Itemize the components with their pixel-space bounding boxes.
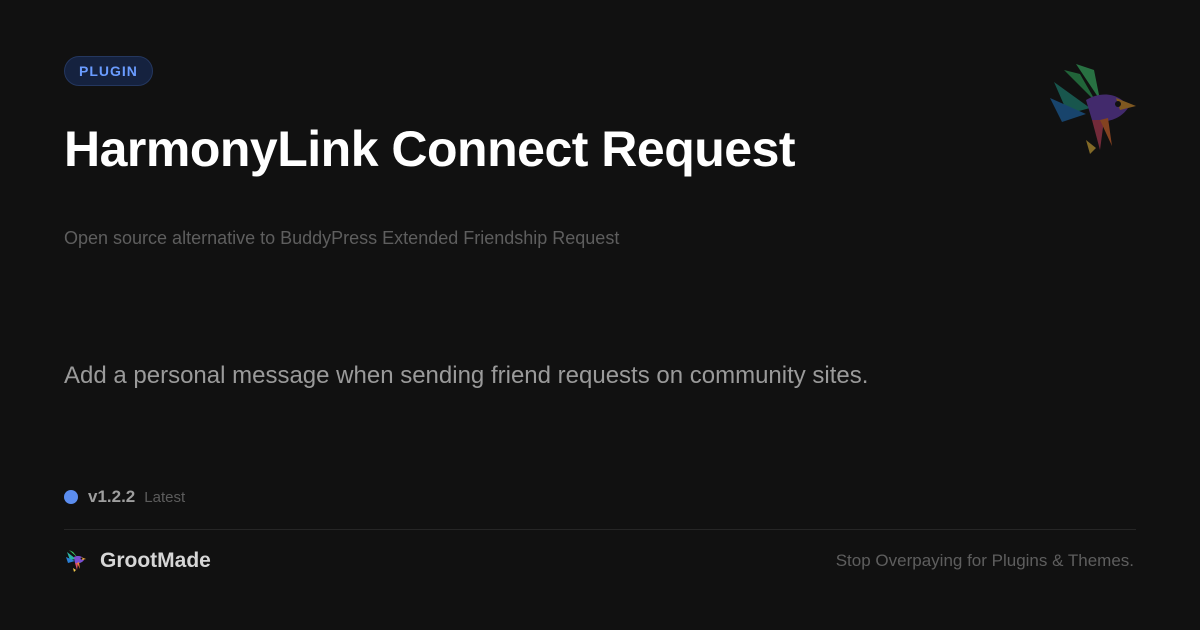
bird-logo-icon [66, 550, 86, 572]
subtitle: Open source alternative to BuddyPress Ex… [64, 228, 620, 248]
status-dot-icon [64, 490, 78, 504]
social-preview-card: PLUGIN HarmonyLink Connect Request Open … [0, 0, 1200, 630]
colorful-bird-icon [1050, 64, 1136, 154]
plugin-badge: PLUGIN [64, 56, 153, 86]
brand-name: GrootMade [100, 549, 211, 572]
version-info: v1.2.2 Latest [64, 486, 185, 508]
version-number: v1.2.2 [88, 487, 136, 506]
version-tag: Latest [144, 488, 186, 506]
description: Add a personal message when sending frie… [64, 362, 869, 389]
brand: GrootMade [64, 546, 211, 576]
page-title: HarmonyLink Connect Request [64, 121, 796, 177]
brand-tagline: Stop Overpaying for Plugins & Themes. [835, 551, 1134, 570]
footer-divider [64, 529, 1136, 530]
